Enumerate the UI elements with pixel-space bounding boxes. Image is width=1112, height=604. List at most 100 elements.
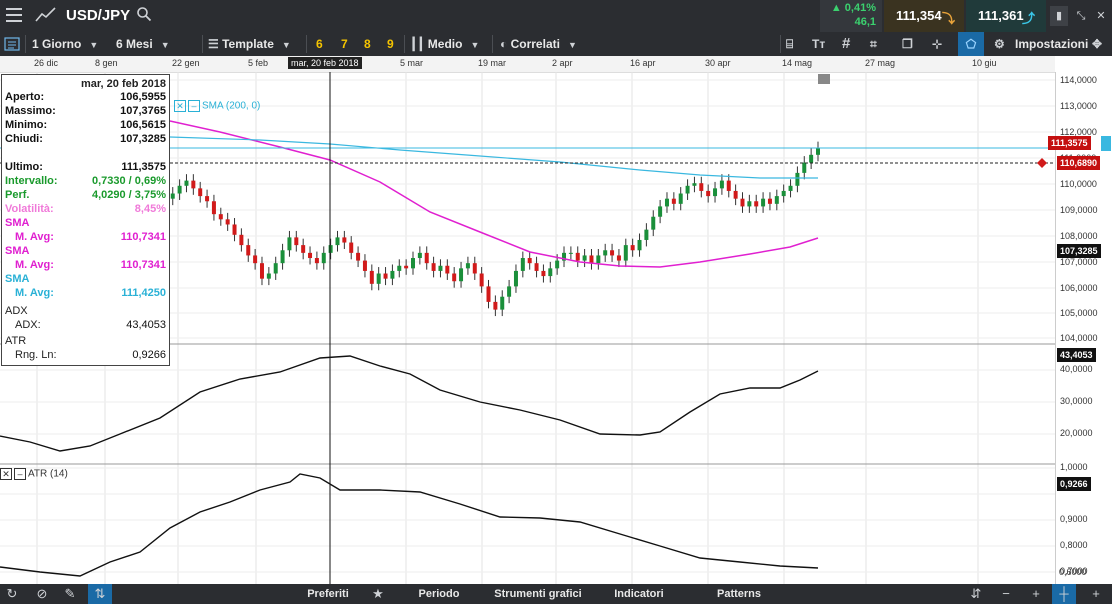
atr-value-badge: 0,9266: [1057, 477, 1091, 491]
candle-body: [438, 265, 443, 271]
atr-legend-label[interactable]: ATR (14): [28, 469, 68, 480]
info-row: Massimo: 107,3765: [5, 105, 166, 119]
block-icon[interactable]: ⊘: [30, 584, 54, 604]
interval-dropdown[interactable]: 1 Giorno ▼: [32, 32, 98, 56]
favorites-button[interactable]: Preferiti: [290, 584, 366, 604]
change-percent: ▲ 0,41%: [830, 2, 876, 14]
candle-body: [568, 252, 573, 254]
info-key: ADX:: [15, 319, 41, 331]
template-dropdown[interactable]: ☰ Template ▼: [208, 32, 291, 56]
info-value: 110,7341: [120, 259, 166, 271]
candle-body: [445, 265, 450, 274]
minimize-icon[interactable]: –: [14, 468, 26, 480]
zoom-in-icon[interactable]: +: [1024, 584, 1048, 604]
candle-body: [644, 229, 649, 240]
resize-icon[interactable]: ✥: [1092, 32, 1102, 56]
candle-body: [301, 245, 306, 253]
refresh-icon[interactable]: ↻: [0, 584, 24, 604]
chevron-down-icon: ▼: [470, 40, 480, 50]
candle-body: [211, 201, 216, 215]
minimize-icon[interactable]: –: [188, 100, 200, 112]
close-price-badge: 107,3285: [1057, 244, 1101, 258]
candle-body: [472, 263, 477, 274]
candle-body: [479, 273, 484, 287]
zoom-icon[interactable]: ⌸: [786, 32, 793, 56]
gear-icon[interactable]: ⚙: [994, 32, 1005, 56]
price-tick: 114,0000: [1060, 75, 1097, 85]
crosshair-icon[interactable]: ⊹: [932, 32, 942, 56]
top-bar: USD/JPY ▲ 0,41% 46,1 111,354 ⤵ 111,361 ⤴…: [0, 0, 1112, 32]
sma-magenta-line: [169, 120, 819, 268]
time-label: 16 apr: [630, 58, 656, 68]
close-icon[interactable]: ✕: [0, 468, 12, 480]
template-slot-8[interactable]: 8: [364, 32, 371, 56]
template-slot-7[interactable]: 7: [341, 32, 348, 56]
pencil-icon[interactable]: ✎: [58, 584, 82, 604]
info-value: 110,7341: [120, 231, 166, 243]
candle-body: [342, 237, 347, 243]
info-row: Chiudi: 107,3285: [5, 133, 166, 147]
candle-body: [191, 180, 196, 189]
settings-button[interactable]: Impostazioni: [1015, 32, 1088, 56]
sell-button[interactable]: 111,354 ⤵: [884, 0, 964, 32]
candle-body: [362, 260, 367, 271]
change-points: 46,1: [854, 16, 876, 28]
buy-button[interactable]: 111,361 ⤴: [966, 0, 1046, 32]
search-icon[interactable]: [136, 6, 152, 26]
add-icon[interactable]: +: [1084, 584, 1108, 604]
crosshair-icon[interactable]: ┼: [1052, 584, 1076, 604]
adx-tick: 30,0000: [1060, 396, 1093, 406]
info-key: Chiudi:: [5, 133, 43, 145]
candle-body: [170, 193, 175, 199]
scroll-icon[interactable]: ▮: [1050, 6, 1068, 26]
home-icon[interactable]: [818, 74, 830, 84]
patterns-button[interactable]: Patterns: [690, 584, 788, 604]
period-button[interactable]: Periodo: [392, 584, 486, 604]
candle-body: [802, 162, 807, 173]
chevron-down-icon: ▼: [281, 40, 291, 50]
fit-icon[interactable]: ⇵: [964, 584, 988, 604]
range-label: 6 Mesi: [116, 37, 153, 51]
sma-legend-label[interactable]: SMA (200, 0): [202, 101, 260, 112]
grid-icon[interactable]: #: [842, 32, 850, 56]
drawing-tools-button[interactable]: Strumenti grafici: [488, 584, 588, 604]
range-dropdown[interactable]: 6 Mesi ▼: [116, 32, 170, 56]
close-icon[interactable]: ✕: [1092, 6, 1110, 26]
info-key: Massimo:: [5, 105, 56, 117]
crosshair-grid-icon[interactable]: ⌗: [870, 32, 877, 56]
chart-style-dropdown[interactable]: ┃┃ Medio ▼: [410, 32, 479, 56]
candle-body: [685, 185, 690, 194]
candle-icon: ┃┃: [410, 37, 428, 51]
list-icon[interactable]: [4, 32, 22, 56]
star-icon[interactable]: ★: [366, 584, 390, 604]
close-icon[interactable]: ✕: [174, 100, 186, 112]
info-key: Rng. Ln:: [15, 349, 57, 361]
collapse-icon[interactable]: ⤡: [1072, 6, 1090, 26]
window-icon[interactable]: ❐: [902, 32, 913, 56]
price-tick: 106,0000: [1060, 283, 1098, 293]
candle-body: [699, 183, 704, 191]
info-date: mar, 20 feb 2018: [80, 78, 166, 90]
time-label: 5 mar: [400, 58, 424, 68]
instrument-symbol[interactable]: USD/JPY: [66, 7, 130, 24]
candle-body: [308, 252, 313, 259]
menu-icon[interactable]: [6, 8, 22, 22]
text-size-icon[interactable]: Tт: [812, 32, 825, 56]
zoom-out-icon[interactable]: −: [994, 584, 1018, 604]
candle-body: [280, 250, 285, 264]
tag-icon[interactable]: ⬠: [958, 32, 984, 56]
info-row: M. Avg: 110,7341: [5, 259, 166, 273]
chart-type-icon[interactable]: [35, 6, 57, 26]
candle-body: [678, 193, 683, 204]
candle-body: [692, 183, 697, 186]
indicators-button[interactable]: Indicatori: [590, 584, 688, 604]
template-slot-9[interactable]: 9: [387, 32, 394, 56]
candle-body: [809, 154, 814, 163]
candle-body: [658, 206, 663, 217]
template-slot-6[interactable]: 6: [316, 32, 323, 56]
correlated-dropdown[interactable]: ◐ Correlati ▼: [500, 32, 577, 56]
alert-marker-icon[interactable]: [1037, 158, 1047, 168]
time-label: 8 gen: [95, 58, 118, 68]
sort-icon[interactable]: ⇅: [88, 584, 112, 604]
time-label: 10 giu: [972, 58, 997, 68]
